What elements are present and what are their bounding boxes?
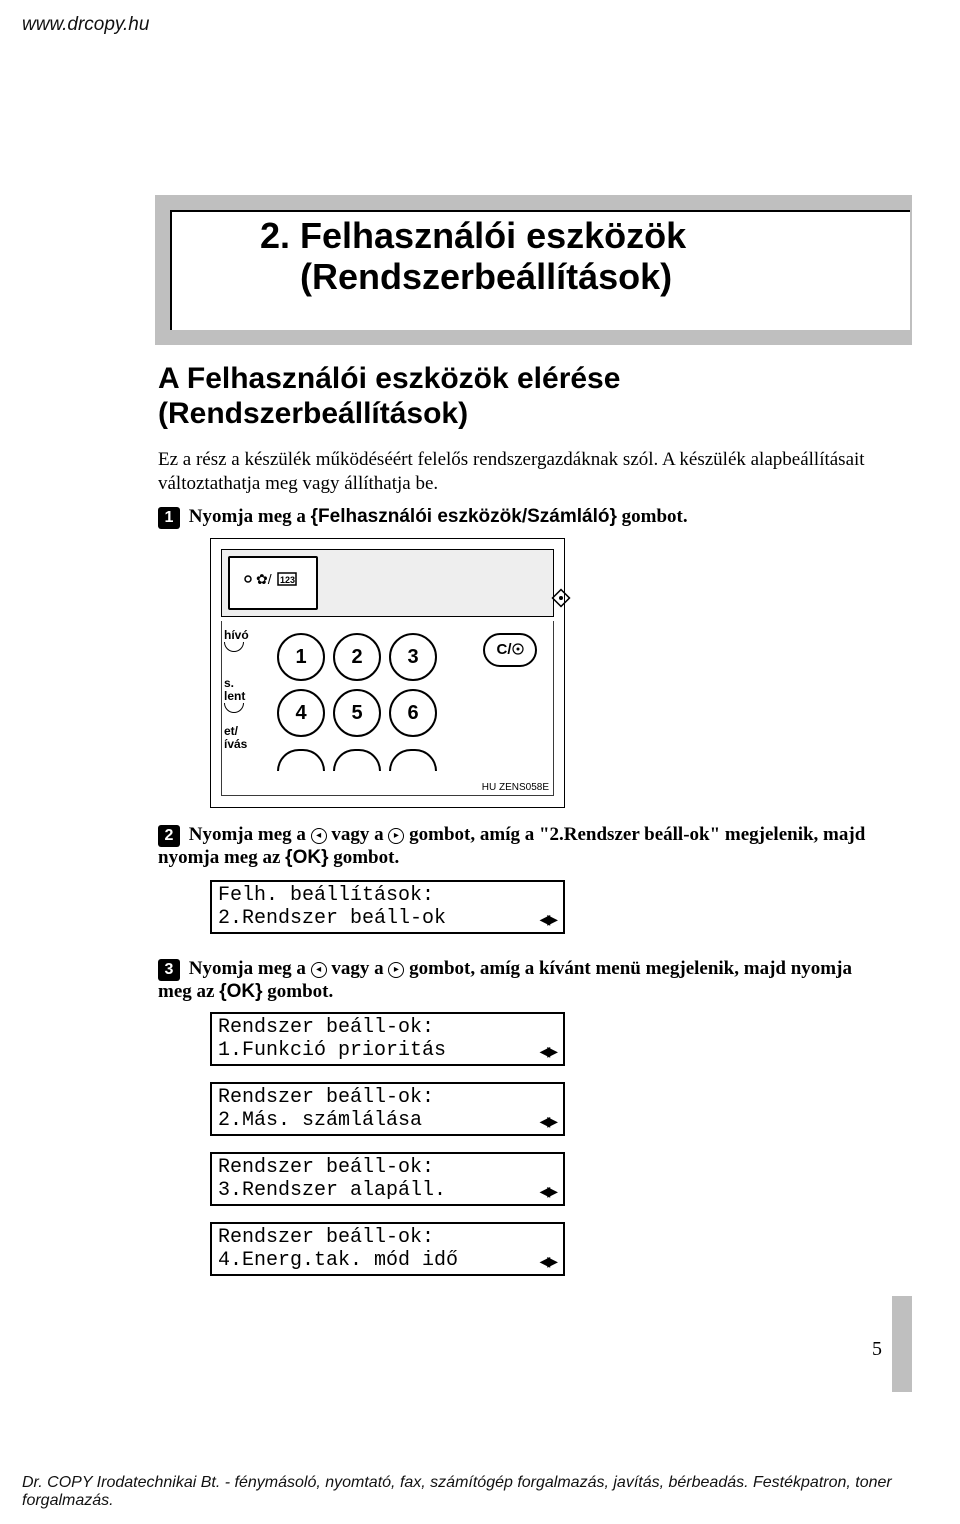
lcd1-line2: 2.Rendszer beáll-ok <box>218 907 446 930</box>
lcd2-line2: 1.Funkció prioritás <box>218 1039 446 1062</box>
nav-arrows-icon: ◀▶ <box>539 1112 555 1128</box>
step-3-post: gombot. <box>263 981 334 1002</box>
keypad-partial-1 <box>277 749 325 771</box>
step-2-pre: Nyomja meg a <box>189 824 311 845</box>
lcd-display-2: Rendszer beáll-ok: 1.Funkció prioritás ◀▶ <box>210 1012 565 1066</box>
nav-arrows-icon: ◀▶ <box>539 910 555 926</box>
lcd-display-5: Rendszer beáll-ok: 4.Energ.tak. mód idő ◀… <box>210 1222 565 1276</box>
side-label-2b: lent <box>224 689 245 703</box>
page-tab <box>892 1296 912 1392</box>
keypad-clear-button: C/ <box>483 633 537 667</box>
keypad-clear-label: C/ <box>497 641 512 658</box>
header-url: www.drcopy.hu <box>22 14 149 36</box>
section-title: A Felhasználói eszközök elérése (Rendsze… <box>158 362 620 431</box>
keypad-5: 5 <box>333 689 381 737</box>
lcd2-line1: Rendszer beáll-ok: <box>218 1016 557 1039</box>
keypad-1: 1 <box>277 633 325 681</box>
keypad-partial-row <box>277 749 437 771</box>
keypad-mid: hívó s.lent et/ívás 1 2 3 4 5 6 C/ HU ZE… <box>221 621 554 796</box>
step-3-num: 3 <box>158 959 180 981</box>
lcd4-line2: 3.Rendszer alapáll. <box>218 1179 446 1202</box>
keypad-side-labels: hívó s.lent et/ívás <box>222 629 260 765</box>
step-3-pre: Nyomja meg a <box>189 958 311 979</box>
footer-text: Dr. COPY Irodatechnikai Bt. - fénymásoló… <box>22 1474 938 1510</box>
side-label-2a: s. <box>224 676 234 690</box>
keypad-4: 4 <box>277 689 325 737</box>
svg-text:123: 123 <box>280 575 295 585</box>
step-1-num: 1 <box>158 507 180 529</box>
intro-paragraph: Ez a rész a készülék működéséért felelős… <box>158 448 878 496</box>
nav-arrows-icon: ◀▶ <box>539 1252 555 1268</box>
step-1-key: Felhasználói eszközök/Számláló <box>318 506 609 527</box>
user-tools-icon: ✿/ 123 <box>242 566 302 592</box>
page-number: 5 <box>872 1338 882 1361</box>
left-arrow-icon: ◂ <box>311 828 327 844</box>
lcd3-line2: 2.Más. számlálása <box>218 1109 422 1132</box>
section-title-line1: A Felhasználói eszközök elérése <box>158 362 620 395</box>
step-2: 2 Nyomja meg a ◂ vagy a ▸ gombot, amíg a… <box>158 824 878 869</box>
step-2-key: OK <box>293 847 322 868</box>
step-2-num: 2 <box>158 825 180 847</box>
lcd3-line1: Rendszer beáll-ok: <box>218 1086 557 1109</box>
svg-text:✿/: ✿/ <box>256 571 272 587</box>
chapter-title: 2. Felhasználói eszközök (Rendszerbeállí… <box>260 215 686 298</box>
lcd5-line2: 4.Energ.tak. mód idő <box>218 1249 458 1272</box>
lcd1-line1: Felh. beállítások: <box>218 884 557 907</box>
section-title-line2: (Rendszerbeállítások) <box>158 397 468 430</box>
step-3: 3 Nyomja meg a ◂ vagy a ▸ gombot, amíg a… <box>158 958 878 1003</box>
keypad-figure: ✿/ 123 hívó s.lent et/ívás 1 2 3 4 5 6 C… <box>210 538 565 808</box>
right-arrow-icon: ▸ <box>388 828 404 844</box>
step-1: 1 Nyomja meg a {Felhasználói eszközök/Sz… <box>158 506 878 529</box>
right-arrow-icon: ▸ <box>388 962 404 978</box>
step-3-mid: vagy a <box>327 958 389 979</box>
nav-arrows-icon: ◀▶ <box>539 1042 555 1058</box>
lcd-display-3: Rendszer beáll-ok: 2.Más. számlálása ◀▶ <box>210 1082 565 1136</box>
step-2-mid: vagy a <box>327 824 389 845</box>
keypad-3: 3 <box>389 633 437 681</box>
step-1-pre: Nyomja meg a <box>189 506 311 527</box>
lcd4-line1: Rendszer beáll-ok: <box>218 1156 557 1179</box>
lcd5-line1: Rendszer beáll-ok: <box>218 1226 557 1249</box>
lcd-display-1: Felh. beállítások: 2.Rendszer beáll-ok ◀▶ <box>210 880 565 934</box>
keypad-partial-2 <box>333 749 381 771</box>
keypad-partial-3 <box>389 749 437 771</box>
keypad-top-bar: ✿/ 123 <box>221 549 554 617</box>
step-2-post: gombot. <box>328 847 399 868</box>
keypad-6: 6 <box>389 689 437 737</box>
nav-arrows-icon: ◀▶ <box>539 1182 555 1198</box>
left-arrow-icon: ◂ <box>311 962 327 978</box>
side-label-1: hívó <box>224 628 249 642</box>
side-label-3b: ívás <box>224 737 247 751</box>
step-1-post: gombot. <box>617 506 688 527</box>
step-3-key: OK <box>227 981 256 1002</box>
chapter-title-line2: (Rendszerbeállítások) <box>260 256 672 297</box>
lcd-display-4: Rendszer beáll-ok: 3.Rendszer alapáll. ◀▶ <box>210 1152 565 1206</box>
chapter-title-line1: 2. Felhasználói eszközök <box>260 215 686 256</box>
keypad-2: 2 <box>333 633 381 681</box>
keypad-num-grid: 1 2 3 4 5 6 <box>277 633 437 737</box>
keypad-code: HU ZENS058E <box>482 782 549 793</box>
side-label-3a: et/ <box>224 724 238 738</box>
